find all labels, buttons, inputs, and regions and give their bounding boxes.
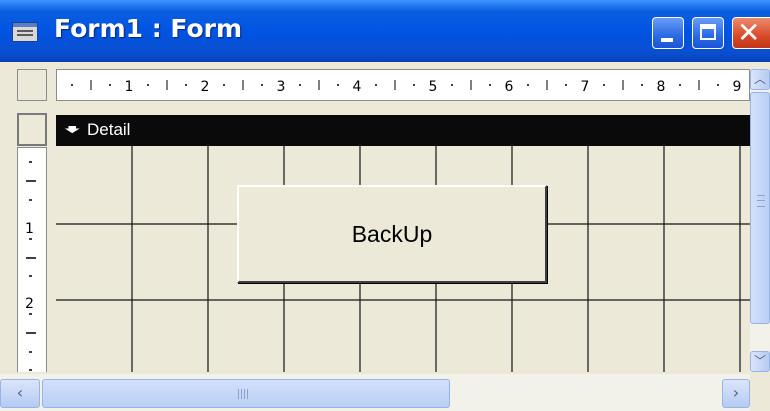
chevron-left-icon: ‹ (16, 383, 24, 402)
ruler-mark-5: 5 (429, 79, 438, 95)
ruler-tick (717, 84, 719, 86)
ruler-tick (337, 84, 339, 86)
ruler-tick (375, 84, 377, 86)
minimize-button[interactable] (652, 17, 684, 49)
vertical-ruler-graphic: 1 2 (25, 161, 36, 371)
ruler-mark-1: 1 (125, 79, 134, 95)
maximize-button[interactable] (692, 17, 724, 49)
ruler-mark-9: 9 (733, 79, 742, 95)
ruler-tick (489, 84, 491, 86)
size-box (750, 374, 770, 411)
chevron-up-icon: ︿ (753, 72, 766, 86)
scroll-right-button[interactable]: › (722, 379, 750, 408)
ruler-tick (109, 84, 111, 86)
ruler-mark-v1: 1 (25, 221, 34, 237)
chevron-down-icon: ﹀ (753, 354, 766, 368)
ruler-mark-7: 7 (581, 79, 590, 95)
close-button[interactable]: ✕ (732, 17, 770, 49)
scroll-down-button[interactable]: ﹀ (750, 351, 770, 372)
form-design-icon[interactable] (12, 22, 38, 42)
scroll-left-button[interactable]: ‹ (0, 379, 40, 408)
vertical-ruler[interactable]: 1 2 (17, 147, 47, 372)
ruler-mark-8: 8 (657, 79, 666, 95)
ruler-tick (185, 84, 187, 86)
ruler-tick (147, 84, 149, 86)
section-label: Detail (87, 120, 131, 139)
ruler-tick (527, 84, 529, 86)
ruler-tick (565, 84, 567, 86)
ruler-mark-3: 3 (277, 79, 286, 95)
ruler-tick (641, 84, 643, 86)
ruler-tick (261, 84, 263, 86)
minimize-icon (661, 38, 673, 42)
ruler-mark-2: 2 (201, 79, 210, 95)
ruler-tick (223, 84, 225, 86)
section-selector[interactable] (17, 113, 47, 146)
ruler-tick (679, 84, 681, 86)
scroll-up-button[interactable]: ︿ (750, 69, 770, 90)
title-bar[interactable]: Form1 : Form ✕ (0, 0, 770, 62)
maximize-icon (700, 24, 716, 40)
close-icon: ✕ (737, 16, 761, 49)
ruler-tick (603, 84, 605, 86)
window-title: Form1 : Form (54, 14, 243, 43)
ruler-tick (71, 84, 73, 86)
backup-command-button[interactable]: BackUp (237, 185, 547, 283)
horizontal-scroll-thumb[interactable] (42, 379, 450, 408)
ruler-tick (299, 84, 301, 86)
chevron-right-icon: › (732, 383, 740, 402)
grip-icon (757, 195, 765, 207)
form-selector[interactable] (17, 69, 47, 101)
detail-section-header[interactable]: 🡃 Detail (56, 115, 750, 146)
vertical-scroll-thumb[interactable] (750, 92, 770, 324)
horizontal-ruler-graphic: 1 2 3 4 5 6 7 8 9 (71, 79, 742, 95)
ruler-mark-v2: 2 (25, 296, 34, 312)
ruler-mark-4: 4 (353, 79, 362, 95)
horizontal-scrollbar[interactable]: ‹ › (0, 374, 750, 411)
form-design-window: Form1 : Form ✕ 1 2 3 4 5 6 7 8 9 1 2 🡃 D… (0, 0, 770, 411)
section-expand-icon: 🡃 (64, 120, 81, 139)
vertical-scrollbar[interactable]: ︿ ﹀ (750, 69, 770, 372)
grip-icon (238, 389, 250, 399)
ruler-tick (451, 84, 453, 86)
ruler-mark-6: 6 (505, 79, 514, 95)
backup-button-label: BackUp (351, 220, 433, 247)
horizontal-ruler[interactable]: 1 2 3 4 5 6 7 8 9 (56, 69, 750, 101)
ruler-tick (413, 84, 415, 86)
